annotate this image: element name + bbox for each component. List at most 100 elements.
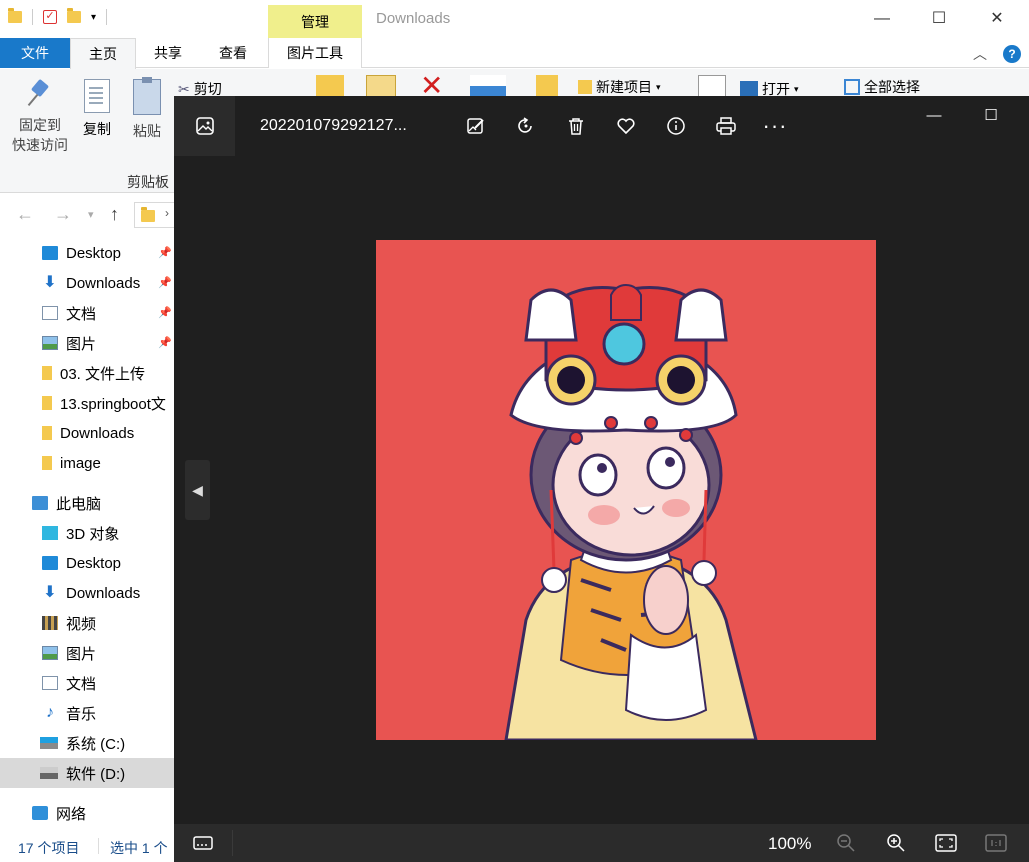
fit-to-window-button[interactable] xyxy=(935,832,957,854)
up-arrow-icon[interactable]: ↑ xyxy=(110,204,119,225)
collapse-ribbon-icon[interactable]: ︿ xyxy=(973,44,987,64)
nav-item-pictures[interactable]: 图片 📌 xyxy=(0,328,175,358)
drive-icon xyxy=(40,767,58,779)
zoom-in-button[interactable] xyxy=(885,832,907,854)
minimize-button[interactable]: — xyxy=(853,0,911,38)
paste-button[interactable]: 粘贴 xyxy=(128,77,166,141)
pin-icon[interactable]: 📌 xyxy=(158,336,172,349)
maximize-button[interactable]: ☐ xyxy=(910,0,968,38)
tab-share[interactable]: 共享 xyxy=(138,38,198,68)
download-arrow-icon: ⬇ xyxy=(43,274,57,291)
folder-icon xyxy=(42,456,52,470)
move-to-icon[interactable] xyxy=(316,75,344,97)
properties-icon[interactable]: ✓ xyxy=(43,10,57,24)
new-item-button[interactable]: 新建项目 ▾ xyxy=(578,77,661,97)
nav-item-folder[interactable]: 13.springboot文 xyxy=(0,388,175,418)
actual-size-button[interactable] xyxy=(985,832,1007,854)
new-item-icon xyxy=(578,80,592,94)
nav-item-network[interactable]: 网络 xyxy=(0,798,175,828)
nav-item-desktop[interactable]: Desktop xyxy=(0,548,175,578)
info-icon xyxy=(667,117,685,135)
previous-image-button[interactable]: ◀ xyxy=(185,460,210,520)
properties-icon[interactable] xyxy=(698,75,726,97)
download-arrow-icon: ⬇ xyxy=(43,584,57,601)
nav-item-drive-d[interactable]: 软件 (D:) xyxy=(0,758,175,788)
filmstrip-button[interactable] xyxy=(174,824,232,862)
nav-item-label: 文档 xyxy=(66,675,97,693)
nav-item-downloads[interactable]: ⬇ Downloads 📌 xyxy=(0,268,175,298)
photos-app-icon xyxy=(195,117,214,135)
nav-item-label: Desktop xyxy=(66,244,122,262)
lion-dance-girl-illustration xyxy=(376,240,876,740)
select-all-button[interactable]: 全部选择 xyxy=(844,77,920,97)
tab-file[interactable]: 文件 xyxy=(0,38,70,68)
more-options-button[interactable]: ··· xyxy=(763,113,787,138)
nav-item-label: 13.springboot文 xyxy=(60,395,166,413)
nav-item-folder[interactable]: Downloads xyxy=(0,418,175,448)
nav-item-3d-objects[interactable]: 3D 对象 xyxy=(0,518,175,548)
close-button[interactable]: ✕ xyxy=(968,0,1026,38)
file-name: 202201079292127... xyxy=(260,117,407,134)
tab-picture-tools[interactable]: 图片工具 xyxy=(268,38,362,68)
pictures-icon xyxy=(42,646,58,660)
nav-item-folder[interactable]: image xyxy=(0,448,175,478)
new-folder-icon[interactable] xyxy=(67,8,81,23)
customize-toolbar-icon[interactable]: ▾ xyxy=(91,12,96,23)
copy-to-icon[interactable] xyxy=(366,75,396,97)
nav-item-label: 系统 (C:) xyxy=(66,735,126,753)
item-count: 17 个项目 xyxy=(18,840,80,856)
tab-view[interactable]: 查看 xyxy=(202,38,264,68)
displayed-image[interactable] xyxy=(376,240,876,740)
window-title: Downloads xyxy=(376,10,451,27)
divider xyxy=(232,830,233,856)
edit-image-button[interactable] xyxy=(464,114,488,138)
tab-home[interactable]: 主页 xyxy=(70,38,136,69)
pin-label-2: 快速访问 xyxy=(12,137,68,153)
print-button[interactable] xyxy=(714,114,738,138)
nav-item-drive-c[interactable]: 系统 (C:) xyxy=(0,728,175,758)
rename-icon[interactable] xyxy=(470,75,506,97)
pin-icon[interactable]: 📌 xyxy=(158,246,172,259)
nav-item-label: 图片 xyxy=(66,645,97,663)
pin-icon[interactable]: 📌 xyxy=(158,306,172,319)
viewer-bottom-bar: 100% xyxy=(174,824,1029,862)
delete-button[interactable] xyxy=(564,114,588,138)
back-arrow-icon[interactable]: ← xyxy=(16,204,34,225)
zoom-out-button[interactable] xyxy=(835,832,857,854)
help-icon[interactable]: ? xyxy=(1003,45,1021,63)
nav-item-videos[interactable]: 视频 xyxy=(0,608,175,638)
pin-label-1: 固定到 xyxy=(19,117,61,133)
print-icon xyxy=(716,117,736,135)
new-folder-icon[interactable] xyxy=(536,75,558,97)
nav-item-label: Downloads xyxy=(66,274,141,292)
nav-item-label: 网络 xyxy=(56,805,87,823)
actual-size-icon xyxy=(985,834,1007,852)
document-icon xyxy=(42,306,58,320)
nav-item-desktop[interactable]: Desktop 📌 xyxy=(0,238,175,268)
favorite-button[interactable] xyxy=(614,114,638,138)
nav-item-music[interactable]: ♪ 音乐 xyxy=(0,698,175,728)
delete-icon[interactable]: ✕ xyxy=(420,72,454,100)
forward-arrow-icon[interactable]: → xyxy=(54,204,72,225)
viewer-minimize-button[interactable]: — xyxy=(914,104,954,128)
nav-item-downloads[interactable]: ⬇ Downloads xyxy=(0,578,175,608)
nav-item-documents[interactable]: 文档 xyxy=(0,668,175,698)
nav-item-pictures[interactable]: 图片 xyxy=(0,638,175,668)
viewer-maximize-button[interactable]: ☐ xyxy=(971,104,1011,128)
nav-item-this-pc[interactable]: 此电脑 xyxy=(0,488,175,518)
folder-icon xyxy=(42,396,52,410)
photos-app-button[interactable] xyxy=(174,96,235,156)
pin-icon[interactable]: 📌 xyxy=(158,276,172,289)
nav-item-folder[interactable]: 03. 文件上传 xyxy=(0,358,175,388)
rotate-button[interactable] xyxy=(514,114,538,138)
open-icon xyxy=(740,81,758,97)
info-button[interactable] xyxy=(664,114,688,138)
manage-contextual-tab[interactable]: 管理 xyxy=(268,5,362,39)
nav-item-documents[interactable]: 文档 📌 xyxy=(0,298,175,328)
photos-viewer-window: 202201079292127... ··· — ☐ ◀ 100% xyxy=(174,96,1029,862)
pin-to-quick-access-button[interactable]: 固定到 快速访问 xyxy=(10,79,70,155)
chevron-left-icon: ◀ xyxy=(192,481,203,498)
copy-button[interactable]: 复制 xyxy=(78,79,116,139)
recent-locations-icon[interactable]: ▾ xyxy=(88,208,94,221)
pictures-icon xyxy=(42,336,58,350)
